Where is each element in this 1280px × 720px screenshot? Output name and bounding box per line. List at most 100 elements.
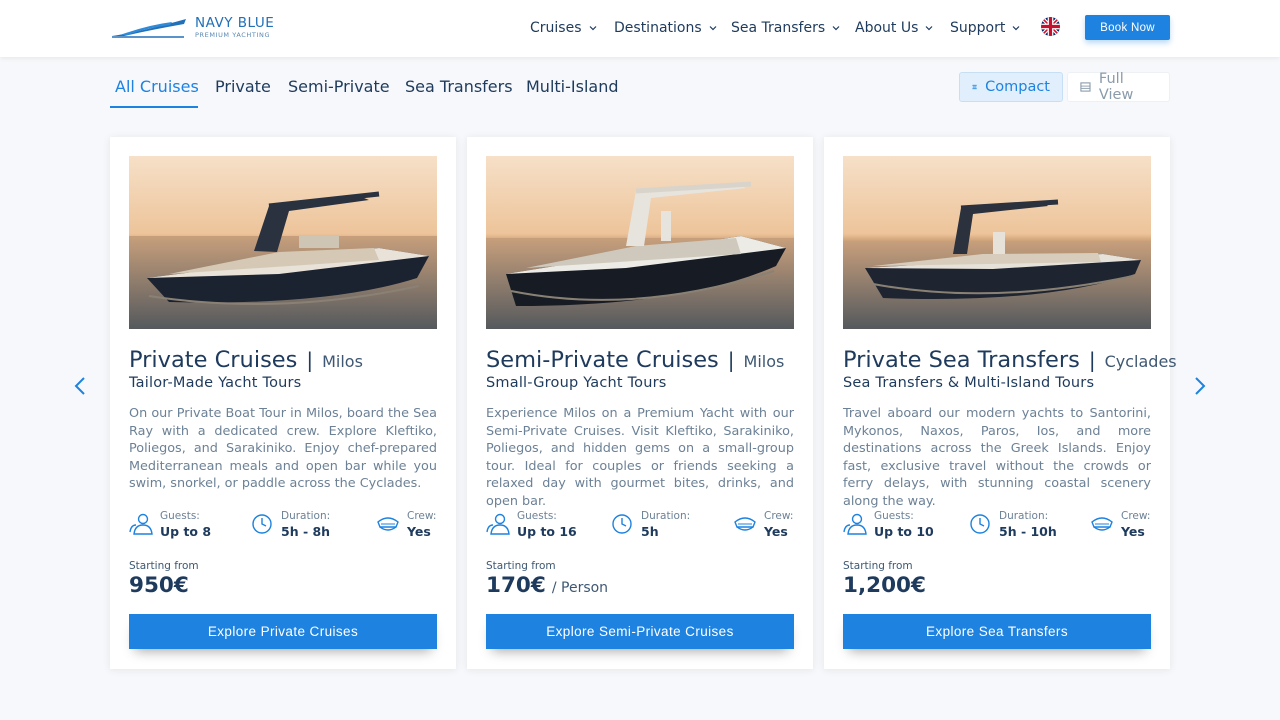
crew-label: Crew:: [764, 510, 794, 522]
explore-private-cruises-button[interactable]: Explore Private Cruises: [129, 614, 437, 649]
nav-label: About Us: [855, 20, 919, 36]
nav-item-cruises[interactable]: Cruises: [530, 18, 597, 38]
price-row: 1,200€: [843, 573, 932, 603]
card-description: On our Private Boat Tour in Milos, board…: [129, 406, 437, 491]
card-title-row: Semi-Private Cruises | Milos: [486, 347, 806, 375]
card-location: Cyclades: [1104, 352, 1177, 371]
starting-from-label: Starting from: [129, 560, 199, 572]
card-title: Private Cruises: [129, 347, 298, 373]
card-location: Milos: [743, 352, 785, 371]
cruise-card-private: Private Cruises | Milos Tailor-Made Yach…: [110, 137, 456, 669]
crew-value: Yes: [1121, 524, 1145, 539]
explore-sea-transfers-button[interactable]: Explore Sea Transfers: [843, 614, 1151, 649]
nav-item-sea-transfers[interactable]: Sea Transfers: [731, 18, 840, 38]
brand-logo[interactable]: NAVY BLUE PREMIUM YACHTING: [110, 14, 290, 44]
cruise-card-sea-transfers: Private Sea Transfers | Cyclades Sea Tra…: [824, 137, 1177, 669]
nav-item-about-us[interactable]: About Us: [855, 18, 933, 38]
brand-name: NAVY BLUE: [195, 15, 275, 31]
guests-value: Up to 10: [874, 524, 934, 539]
card-title: Private Sea Transfers: [843, 347, 1080, 373]
guests-label: Guests:: [517, 510, 557, 522]
card-subtitle: Small-Group Yacht Tours: [486, 375, 667, 391]
guests-icon: [843, 513, 867, 535]
clock-icon: [612, 514, 632, 534]
tab-sea-transfers[interactable]: Sea Transfers: [405, 77, 513, 99]
duration-value: 5h: [641, 524, 659, 539]
nav-item-destinations[interactable]: Destinations: [614, 18, 717, 38]
full-view-icon: [1080, 82, 1091, 92]
brand-tagline: PREMIUM YACHTING: [195, 31, 271, 39]
explore-semi-private-cruises-button[interactable]: Explore Semi-Private Cruises: [486, 614, 794, 649]
tab-semi-private[interactable]: Semi-Private: [288, 77, 390, 99]
title-separator: |: [306, 348, 314, 372]
tab-private[interactable]: Private: [215, 77, 271, 99]
card-location: Milos: [322, 352, 363, 371]
crew-value: Yes: [764, 524, 788, 539]
yacht-logo-icon: [112, 19, 186, 38]
chevron-down-icon: [589, 26, 596, 31]
chevron-down-icon: [832, 26, 840, 31]
duration-value: 5h - 10h: [999, 524, 1057, 539]
card-subtitle: Sea Transfers & Multi-Island Tours: [843, 375, 1095, 391]
price-unit: / Person: [551, 580, 609, 596]
yacht-photo: [843, 156, 1151, 329]
active-tab-indicator: [110, 106, 198, 108]
nav-item-support[interactable]: Support: [950, 18, 1020, 38]
full-view-label: Full View: [1098, 71, 1134, 103]
starting-from-label: Starting from: [843, 560, 913, 572]
guests-label: Guests:: [160, 510, 200, 522]
price-row: 950€: [129, 573, 195, 603]
nav-label: Cruises: [530, 20, 582, 36]
captain-hat-icon: [377, 517, 399, 531]
nav-label: Sea Transfers: [731, 20, 826, 36]
guests-value: Up to 16: [517, 524, 577, 539]
duration-label: Duration:: [281, 510, 331, 522]
duration-label: Duration:: [999, 510, 1049, 522]
card-subtitle: Tailor-Made Yacht Tours: [129, 375, 302, 391]
full-view-button[interactable]: Full View: [1067, 71, 1170, 103]
price-value: 950€: [129, 573, 189, 598]
duration-value: 5h - 8h: [281, 524, 331, 539]
chevron-right-icon[interactable]: [1193, 376, 1207, 396]
guests-icon: [486, 513, 510, 535]
tab-multi-island[interactable]: Multi-Island: [526, 77, 618, 99]
yacht-photo: [129, 156, 437, 329]
nav-label: Support: [950, 20, 1006, 36]
chevron-down-icon: [925, 26, 933, 31]
yacht-photo: [486, 156, 794, 329]
nav-label: Destinations: [614, 20, 702, 36]
title-separator: |: [727, 348, 735, 372]
tab-all-cruises[interactable]: All Cruises: [115, 77, 199, 99]
clock-icon: [252, 514, 272, 534]
crew-value: Yes: [407, 524, 431, 539]
card-title: Semi-Private Cruises: [486, 347, 719, 373]
compact-list-icon: [972, 84, 977, 90]
price-value: 1,200€: [843, 573, 926, 598]
title-separator: |: [1088, 348, 1096, 372]
cruise-card-semi-private: Semi-Private Cruises | Milos Small-Group…: [467, 137, 813, 669]
chevron-down-icon: [709, 26, 717, 31]
price-value: 170€: [486, 573, 546, 598]
captain-hat-icon: [734, 517, 756, 531]
duration-label: Duration:: [641, 510, 691, 522]
book-now-button[interactable]: Book Now: [1085, 15, 1170, 40]
uk-flag-icon[interactable]: [1041, 17, 1060, 36]
crew-label: Crew:: [1121, 510, 1151, 522]
clock-icon: [970, 514, 990, 534]
guests-icon: [129, 513, 153, 535]
price-row: 170€ / Person: [486, 573, 608, 603]
captain-hat-icon: [1091, 517, 1113, 531]
compact-view-button[interactable]: Compact: [959, 72, 1063, 102]
chevron-down-icon: [1012, 26, 1020, 31]
card-description: Experience Milos on a Premium Yacht with…: [486, 406, 794, 509]
starting-from-label: Starting from: [486, 560, 556, 572]
card-description: Travel aboard our modern yachts to Santo…: [843, 406, 1151, 509]
compact-label: Compact: [985, 79, 1050, 95]
crew-label: Crew:: [407, 510, 437, 522]
site-header: NAVY BLUE PREMIUM YACHTING Cruises Desti…: [0, 0, 1280, 57]
guests-label: Guests:: [874, 510, 914, 522]
guests-value: Up to 8: [160, 524, 212, 539]
chevron-left-icon[interactable]: [73, 376, 87, 396]
card-title-row: Private Sea Transfers | Cyclades: [843, 347, 1177, 375]
card-title-row: Private Cruises | Milos: [129, 347, 449, 375]
